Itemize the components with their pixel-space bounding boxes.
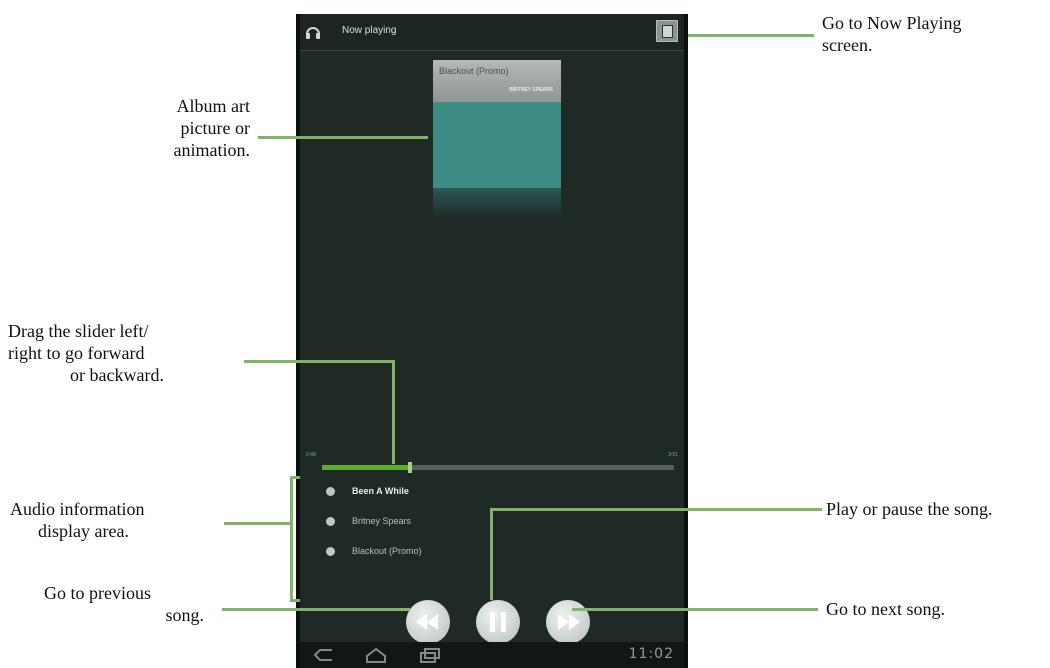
back-icon[interactable] bbox=[312, 647, 336, 663]
audio-info-bracket-top bbox=[290, 476, 300, 479]
album-art-title: Blackout (Promo) bbox=[439, 66, 509, 76]
callout-line: animation. bbox=[173, 140, 250, 160]
now-playing-icon bbox=[662, 25, 673, 38]
play-pause-callout: Play or pause the song. bbox=[826, 499, 993, 519]
status-clock: 11:02 bbox=[628, 646, 674, 662]
play-pause-leader-line-vertical bbox=[490, 508, 493, 600]
pause-icon bbox=[490, 612, 506, 632]
callout-line: Drag the slider left/ bbox=[8, 321, 149, 341]
album-name: Blackout (Promo) bbox=[352, 546, 422, 556]
previous-leader-line bbox=[222, 608, 410, 611]
callout-line: Album art bbox=[176, 96, 251, 116]
next-button[interactable] bbox=[546, 600, 590, 644]
headphones-icon bbox=[306, 27, 320, 39]
album-art bbox=[433, 102, 561, 188]
album-art-reflection bbox=[433, 188, 561, 218]
seek-progress bbox=[322, 465, 410, 470]
title-bar: Now playing bbox=[300, 14, 684, 51]
recent-apps-icon[interactable] bbox=[418, 647, 442, 663]
seek-thumb[interactable] bbox=[408, 462, 412, 473]
play-pause-leader-line-horizontal bbox=[490, 508, 822, 511]
now-playing-leader-line bbox=[688, 34, 814, 37]
callout-line: display area. bbox=[38, 521, 129, 541]
rewind-icon bbox=[416, 614, 438, 630]
next-callout: Go to next song. bbox=[826, 599, 945, 619]
song-title: Been A While bbox=[352, 486, 409, 496]
total-time: 3:51 bbox=[668, 452, 678, 458]
page-title: Now playing bbox=[342, 25, 397, 36]
slider-callout: Drag the slider left/ right to go forwar… bbox=[8, 320, 164, 386]
callout-line: Audio information bbox=[10, 499, 145, 519]
album-art-artist: BRITNEY SPEARS bbox=[509, 87, 553, 93]
album-art-header: Blackout (Promo) BRITNEY SPEARS bbox=[433, 60, 561, 102]
audio-info-bracket-bottom bbox=[290, 599, 300, 602]
callout-line: screen. bbox=[822, 35, 873, 55]
audio-info-leader-line bbox=[224, 522, 292, 525]
song-icon bbox=[326, 487, 335, 496]
system-navigation-bar: 11:02 bbox=[300, 642, 684, 668]
slider-leader-line-horizontal bbox=[244, 360, 394, 363]
album-icon bbox=[326, 547, 335, 556]
audio-info-callout: Audio information display area. bbox=[10, 498, 144, 542]
home-icon[interactable] bbox=[364, 647, 388, 663]
album-art-callout: Album art picture or animation. bbox=[140, 95, 250, 161]
artist-icon bbox=[326, 517, 335, 526]
callout-line: song. bbox=[165, 605, 204, 625]
play-pause-button[interactable] bbox=[476, 600, 520, 644]
callout-line: Go to previous bbox=[44, 583, 151, 603]
callout-line: or backward. bbox=[70, 365, 164, 385]
slider-leader-line-vertical bbox=[392, 360, 395, 464]
album-art-leader-line bbox=[258, 136, 428, 139]
fast-forward-icon bbox=[558, 614, 580, 630]
seek-slider[interactable] bbox=[322, 462, 674, 473]
callout-line: right to go forward bbox=[8, 343, 145, 363]
audio-info-bracket bbox=[290, 476, 293, 602]
callout-line: Go to Now Playing bbox=[822, 13, 962, 33]
callout-line: picture or bbox=[180, 118, 250, 138]
now-playing-callout: Go to Now Playing screen. bbox=[822, 12, 962, 56]
next-leader-line bbox=[572, 608, 818, 611]
previous-callout: Go to previous song. bbox=[44, 582, 204, 626]
artist-name: Britney Spears bbox=[352, 516, 412, 526]
previous-button[interactable] bbox=[406, 600, 450, 644]
elapsed-time: 0:48 bbox=[306, 452, 316, 458]
now-playing-button[interactable] bbox=[656, 20, 678, 42]
